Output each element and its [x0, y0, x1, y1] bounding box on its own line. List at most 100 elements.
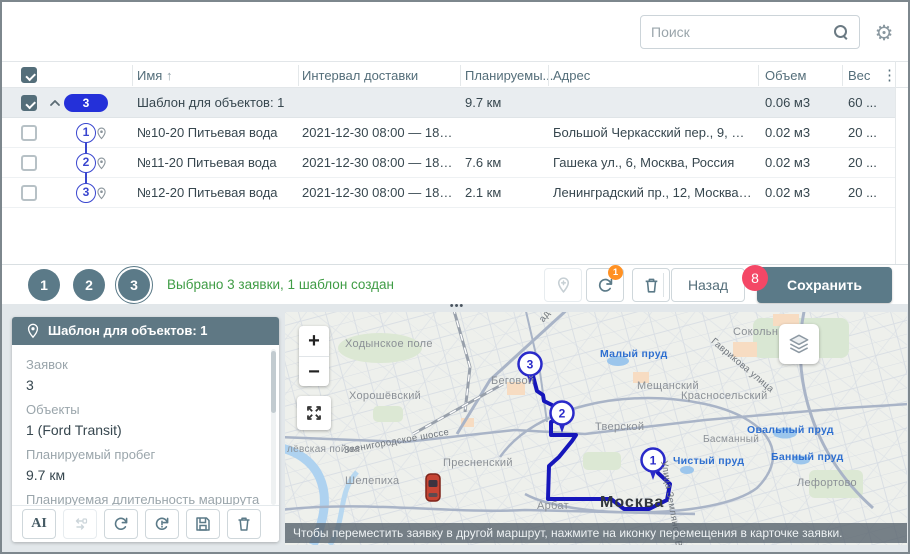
location-pin-icon [95, 186, 108, 201]
order-interval: 2021-12-30 08:00 — 18:00 [302, 148, 454, 178]
step-1-button[interactable]: 1 [28, 269, 60, 301]
map-label: Банный пруд [771, 451, 844, 463]
order-name: №12-20 Питьевая вода [137, 178, 295, 208]
order-volume: 0.02 м3 [765, 118, 835, 148]
field-label: Планируемая длительность маршрута [26, 492, 265, 505]
row-checkbox[interactable] [21, 125, 37, 141]
svg-text:3: 3 [527, 358, 534, 372]
field-label: Заявок [26, 357, 265, 373]
search-icon[interactable] [833, 24, 849, 40]
column-header-name[interactable]: Имя ↑ [137, 62, 172, 89]
order-weight: 20 ... [848, 178, 893, 208]
column-header-volume[interactable]: Объем [765, 62, 806, 89]
svg-text:2: 2 [559, 407, 566, 421]
save-templates-button[interactable]: Сохранить шаблоны [757, 267, 892, 303]
group-checkbox[interactable] [21, 95, 37, 111]
ai-optimize-button[interactable]: AI [22, 509, 56, 539]
zoom-in-button[interactable]: + [299, 326, 329, 356]
transfer-icon [71, 515, 89, 533]
column-header-weight[interactable]: Вес [848, 62, 870, 89]
map-zoom-controls: + − [299, 326, 329, 386]
map-label: Тверской [595, 421, 644, 433]
map-label: Красносельский [681, 390, 768, 402]
map-label: Овальный пруд [747, 424, 834, 436]
bottom-split-area: ••• Шаблон для объектов: 1 Заявок 3 Объе… [2, 304, 908, 552]
route-template-header[interactable]: Шаблон для объектов: 1 [12, 317, 279, 345]
map-layers-button[interactable] [779, 324, 819, 364]
fullscreen-button[interactable] [297, 396, 331, 430]
refresh-icon [112, 515, 130, 533]
order-address: Большой Черкасский пер., 9, Мос... [553, 118, 753, 148]
location-pin-icon [95, 156, 108, 171]
order-address: Гашека ул., 6, Москва, Россия [553, 148, 753, 178]
svg-text:1: 1 [650, 454, 657, 468]
save-icon [194, 515, 212, 533]
route-template-card[interactable]: Шаблон для объектов: 1 Заявок 3 Объекты … [12, 317, 279, 542]
panel-scrollbar-thumb[interactable] [271, 351, 276, 413]
map-label: лёвская пойма [287, 444, 360, 455]
map-label: Хорошёвский [349, 390, 421, 402]
trash-icon [642, 276, 661, 295]
collapse-chevron-icon[interactable] [49, 98, 61, 108]
order-mileage: 2.1 км [465, 178, 545, 208]
delete-button[interactable] [632, 268, 670, 302]
field-label: Планируемый пробег [26, 447, 265, 463]
panel-scrollbar[interactable] [271, 349, 276, 505]
map-label: Беговой [491, 375, 534, 387]
table-header: Имя ↑ Интервал доставки Планируемы... Ад… [2, 61, 908, 88]
refresh-alert-icon [153, 515, 171, 533]
order-name: №11-20 Питьевая вода [137, 148, 295, 178]
map-label: Лефортово [797, 477, 857, 489]
back-button[interactable]: Назад [671, 268, 745, 302]
split-drag-handle[interactable]: ••• [442, 300, 472, 312]
annotation-step-badge: 8 [742, 265, 768, 291]
transfer-order-button [63, 509, 97, 539]
route-template-title: Шаблон для объектов: 1 [48, 323, 208, 338]
expand-icon [305, 404, 323, 422]
table-row[interactable]: 1 №10-20 Питьевая вода 2021-12-30 08:00 … [2, 118, 895, 148]
table-group-row[interactable]: 3 Шаблон для объектов: 1 9.7 км 0.06 м3 … [2, 88, 895, 118]
map-label: Чистый пруд [673, 455, 744, 467]
app-window: ⚙ Имя ↑ Интервал доставки Планируемы... … [0, 0, 910, 554]
table-scroll-edge [895, 61, 896, 264]
step-3-active-ring: 3 [115, 266, 153, 304]
search-box[interactable] [640, 15, 860, 49]
map-label: Шелепиха [345, 475, 399, 487]
map-hint-bar: Чтобы переместить заявку в другой маршру… [285, 523, 907, 543]
route-template-toolbar: AI [12, 505, 279, 542]
row-checkbox[interactable] [21, 155, 37, 171]
order-name: №10-20 Питьевая вода [137, 118, 295, 148]
map-canvas[interactable]: 3 2 1 Ходынское поле Хорошёвский Беговой… [285, 312, 907, 545]
table-row[interactable]: 2 №11-20 Питьевая вода 2021-12-30 08:00 … [2, 148, 895, 178]
step-3-button[interactable]: 3 [118, 269, 150, 301]
settings-gear-icon[interactable]: ⚙ [870, 19, 898, 47]
order-volume: 0.02 м3 [765, 148, 835, 178]
sequence-number-badge: 2 [76, 153, 96, 173]
order-interval: 2021-12-30 08:00 — 18:00 [302, 178, 454, 208]
field-label: Объекты [26, 402, 265, 418]
column-header-interval[interactable]: Интервал доставки [302, 62, 418, 89]
delete-route-button[interactable] [227, 509, 261, 539]
sequence-number-badge: 3 [76, 183, 96, 203]
table-row[interactable]: 3 №12-20 Питьевая вода 2021-12-30 08:00 … [2, 178, 895, 208]
map-label: Арбат [537, 500, 569, 512]
field-value: 9.7 км [26, 466, 265, 484]
column-header-mileage[interactable]: Планируемы... [465, 62, 553, 89]
save-route-button[interactable] [186, 509, 220, 539]
recalculate-route-button[interactable] [104, 509, 138, 539]
group-name: Шаблон для объектов: 1 [137, 88, 297, 118]
zoom-out-button[interactable]: − [299, 356, 329, 386]
select-all-checkbox[interactable] [21, 67, 37, 83]
order-volume: 0.02 м3 [765, 178, 835, 208]
row-checkbox[interactable] [21, 185, 37, 201]
reoptimize-route-button[interactable] [145, 509, 179, 539]
group-volume: 0.06 м3 [765, 88, 835, 118]
search-input[interactable] [651, 24, 833, 40]
location-pin-icon [95, 126, 108, 141]
column-header-address[interactable]: Адрес [553, 62, 590, 89]
order-mileage: 7.6 км [465, 148, 545, 178]
step-2-button[interactable]: 2 [73, 269, 105, 301]
group-count-badge[interactable]: 3 [64, 94, 108, 112]
order-weight: 20 ... [848, 148, 893, 178]
order-interval: 2021-12-30 08:00 — 18:00 [302, 118, 454, 148]
